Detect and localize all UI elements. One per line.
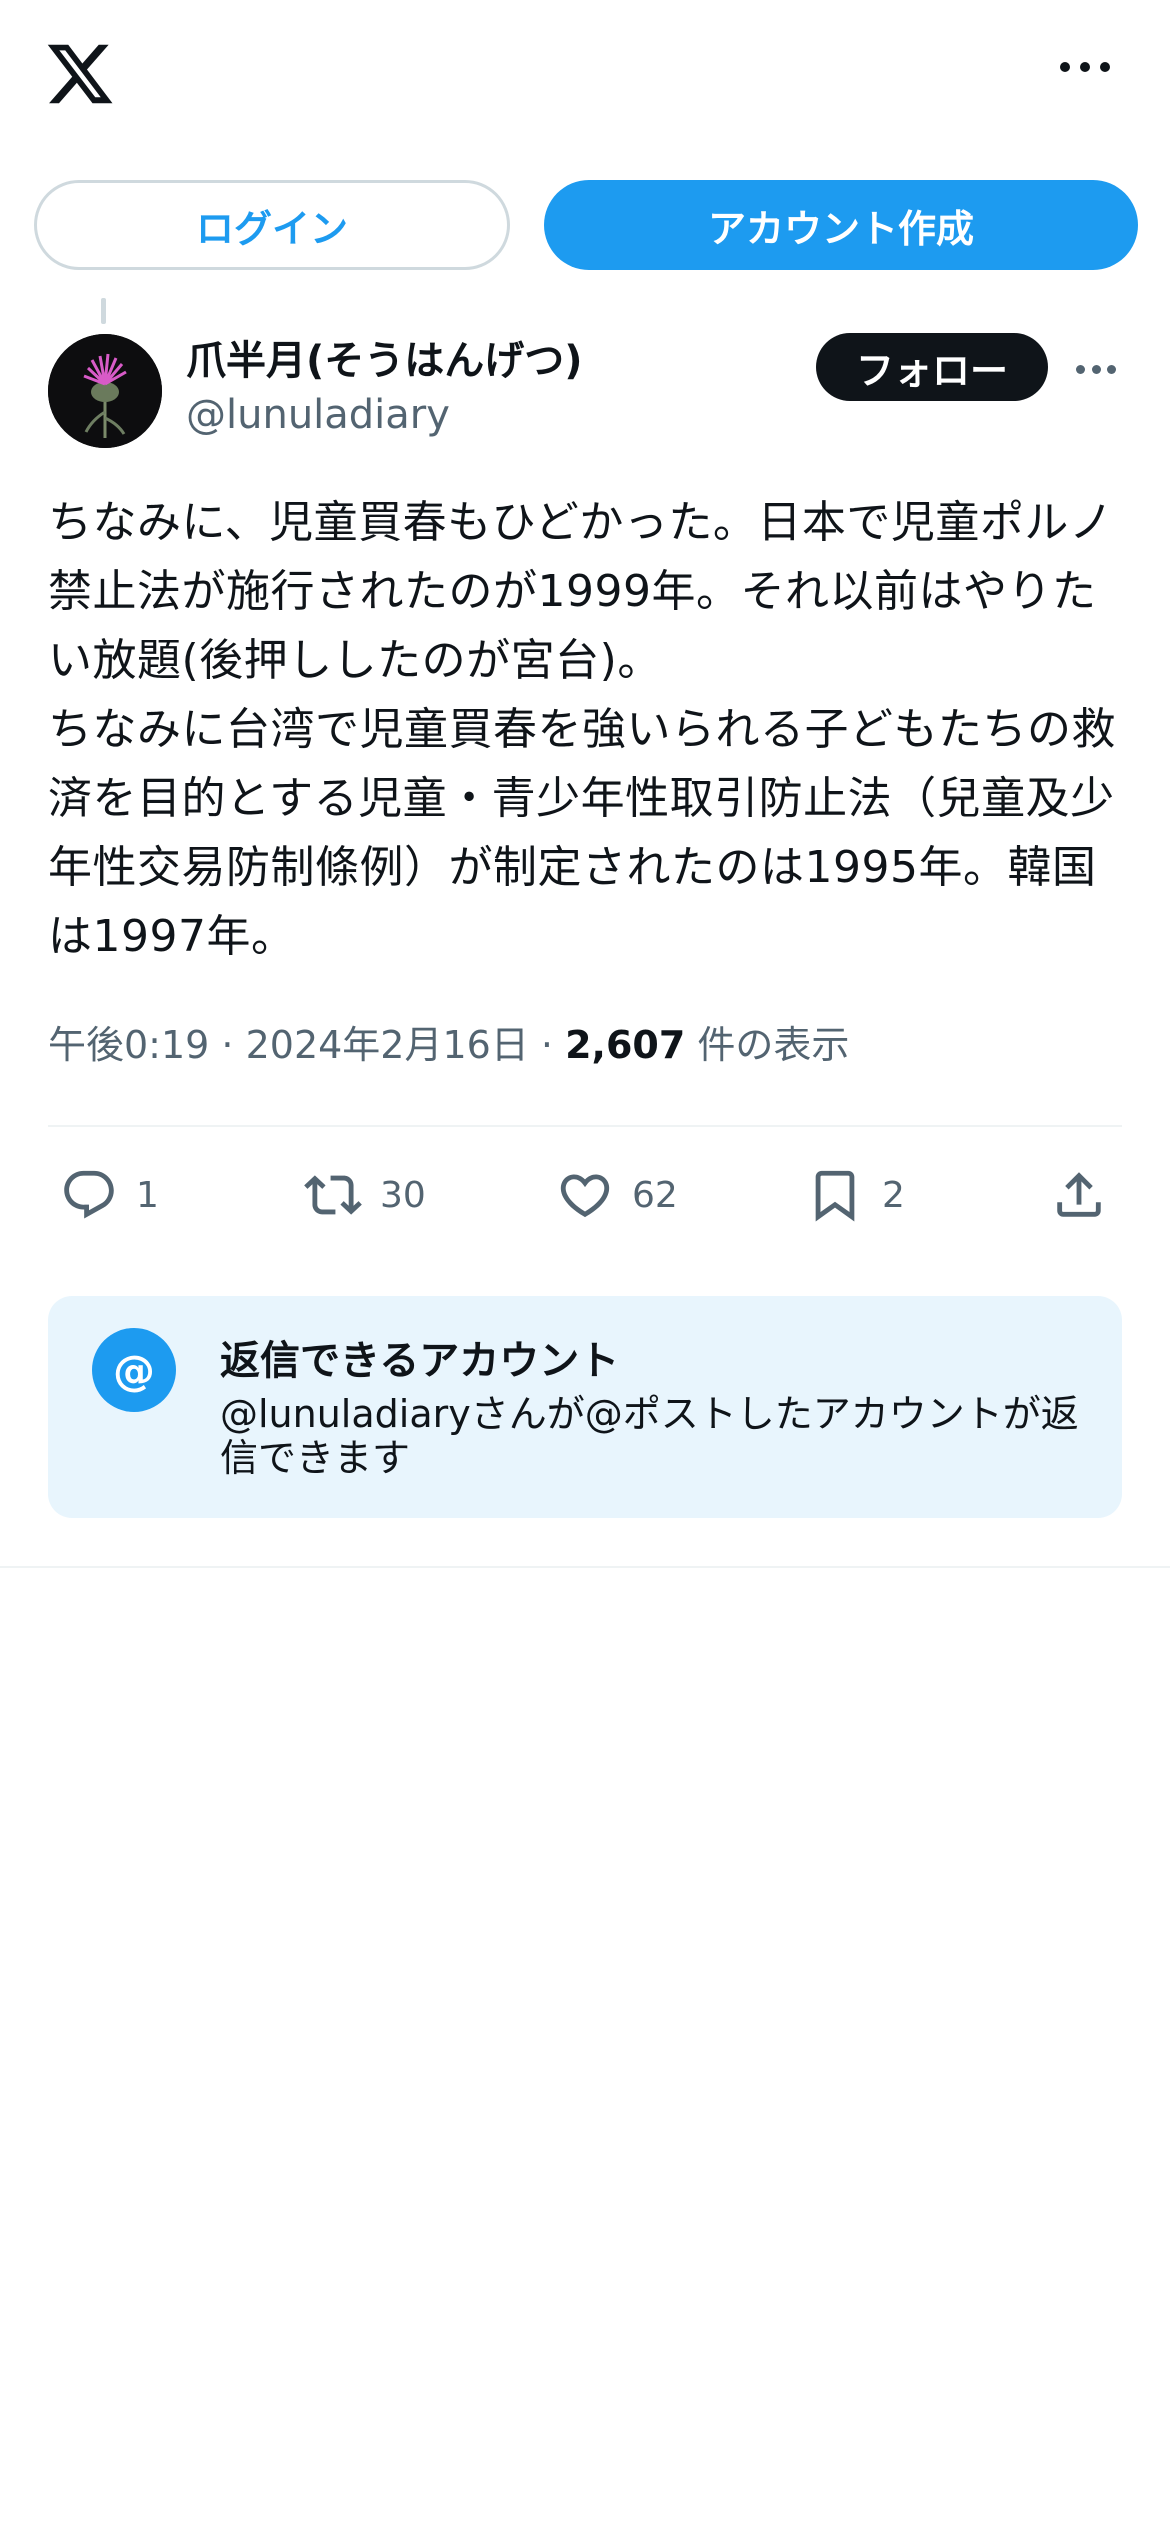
repost-icon [304, 1175, 362, 1215]
more-options-icon[interactable] [1060, 56, 1110, 78]
x-logo-icon[interactable] [44, 38, 116, 110]
reply-notice-text: @lunuladiaryさんが@ポストしたアカウントが返信できます [220, 1392, 1079, 1480]
share-button[interactable] [1050, 1166, 1126, 1224]
like-count: 62 [632, 1174, 678, 1216]
repost-count: 30 [380, 1174, 426, 1216]
divider [48, 1125, 1122, 1127]
post-metadata: 午後0:19 · 2024年2月16日 · 2,607 件の表示 [48, 1023, 850, 1067]
heart-icon [560, 1174, 610, 1218]
divider [0, 1566, 1170, 1568]
bookmark-icon [815, 1170, 855, 1222]
follow-button[interactable]: フォロー [816, 333, 1048, 401]
reply-notice-title: 返信できるアカウント [220, 1338, 620, 1384]
share-icon [1057, 1172, 1101, 1217]
repost-button[interactable]: 30 [304, 1166, 426, 1224]
signup-button[interactable]: アカウント作成 [544, 180, 1138, 270]
post-text: ちなみに、児童買春もひどかった。日本で児童ポルノ禁止法が施行されたのが1999年… [48, 497, 1116, 962]
post-date[interactable]: 2024年2月16日 [246, 1023, 529, 1067]
view-count: 2,607 [565, 1023, 686, 1067]
post-time[interactable]: 午後0:19 [48, 1023, 209, 1067]
login-button[interactable]: ログイン [34, 180, 510, 270]
view-count-label: 件の表示 [697, 1023, 850, 1067]
author-name[interactable]: 爪半月(そうはんげつ) [186, 328, 583, 386]
at-sign-icon: @ [92, 1328, 176, 1412]
thread-connector-line [101, 298, 106, 324]
bookmark-count: 2 [882, 1174, 905, 1216]
bookmark-button[interactable]: 2 [806, 1166, 905, 1224]
post-more-icon[interactable] [1076, 364, 1116, 374]
reply-button[interactable]: 1 [60, 1166, 159, 1224]
reply-count: 1 [136, 1174, 159, 1216]
like-button[interactable]: 62 [556, 1166, 678, 1224]
avatar[interactable] [48, 334, 162, 448]
reply-icon [64, 1170, 114, 1219]
author-handle[interactable]: @lunuladiary [186, 392, 450, 438]
